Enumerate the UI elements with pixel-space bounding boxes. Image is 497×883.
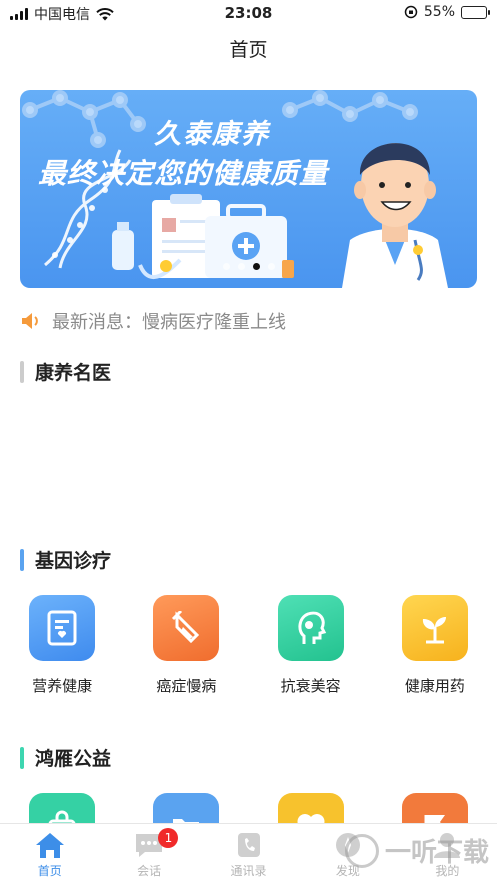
gene-services-grid: 营养健康 癌症慢病 抗衰美容 健康用药 [0, 595, 497, 696]
service-label: 癌症慢病 [156, 677, 217, 695]
section-gene-header: 基因诊疗 [20, 546, 111, 573]
tab-home[interactable]: 首页 [0, 824, 99, 883]
service-label: 抗衰美容 [280, 677, 341, 695]
page-title: 首页 [229, 39, 268, 61]
tab-label: 会话 [137, 864, 162, 878]
section-charity-header: 鸿雁公益 [20, 744, 111, 771]
banner-brand: 久泰康养 [154, 119, 270, 150]
section-accent-bar [20, 548, 24, 571]
section-doctors-title: 康养名医 [35, 362, 112, 384]
carousel-indicators[interactable] [20, 263, 477, 270]
service-health-medication[interactable]: 健康用药 [373, 595, 497, 696]
status-right: 55% [404, 4, 490, 20]
carousel-dot[interactable] [237, 263, 245, 270]
status-bar: 中国电信 23:08 55% [0, 0, 497, 26]
section-gene-title: 基因诊疗 [35, 550, 112, 572]
banner-carousel[interactable]: 久泰康养 最终决定您的健康质量 [20, 90, 477, 288]
orientation-lock-icon [404, 5, 418, 19]
battery-icon [461, 5, 490, 19]
section-doctors-header: 康养名医 [20, 358, 111, 385]
tab-label: 通讯录 [230, 864, 267, 878]
service-anti-aging[interactable]: 抗衰美容 [249, 595, 373, 696]
face-profile-icon [277, 595, 344, 661]
news-ticker[interactable]: 最新消息：慢病医疗隆重上线 [20, 308, 286, 334]
banner-slogan: 最终决定您的健康质量 [38, 157, 329, 190]
sprout-icon [401, 595, 468, 661]
watermark: 一听下载 [344, 832, 489, 869]
test-tube-icon [153, 595, 220, 661]
tab-label: 首页 [37, 864, 62, 878]
service-label: 健康用药 [404, 677, 465, 695]
tab-contacts[interactable]: 通讯录 [199, 824, 298, 883]
phone-icon [237, 833, 260, 857]
speaker-icon [22, 313, 38, 329]
carousel-dot[interactable] [252, 263, 260, 270]
service-cancer-chronic[interactable]: 癌症慢病 [124, 595, 248, 696]
carousel-dot[interactable] [267, 263, 275, 270]
service-nutrition-health[interactable]: 营养健康 [0, 595, 124, 696]
watermark-logo-icon [344, 833, 379, 868]
section-accent-bar [20, 746, 24, 769]
watermark-text: 一听下载 [384, 838, 489, 868]
news-text: 最新消息：慢病医疗隆重上线 [52, 312, 286, 333]
carousel-dot[interactable] [222, 263, 230, 270]
battery-percent: 55% [423, 4, 455, 20]
service-label: 营养健康 [32, 677, 93, 695]
section-charity-title: 鸿雁公益 [35, 748, 112, 770]
unread-badge: 1 [158, 828, 179, 848]
document-icon [29, 595, 96, 661]
tab-chat[interactable]: 1 会话 [99, 824, 198, 883]
section-accent-bar [20, 360, 24, 383]
home-icon [35, 833, 64, 858]
